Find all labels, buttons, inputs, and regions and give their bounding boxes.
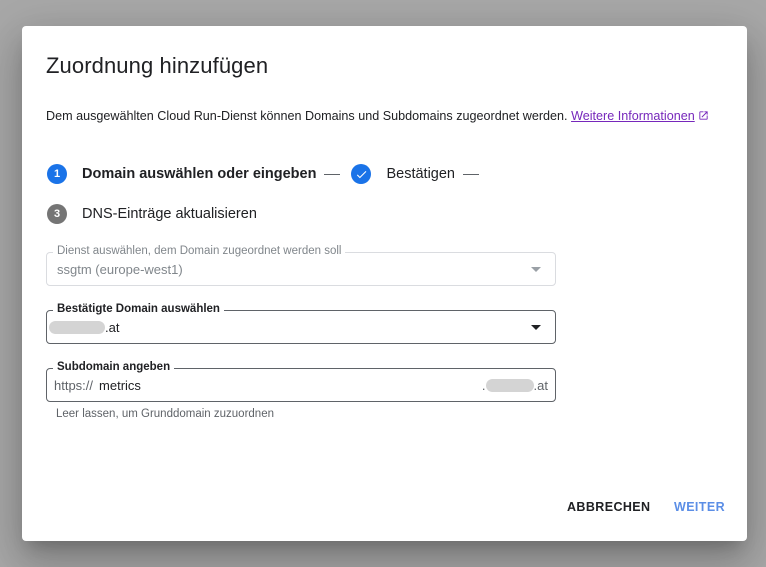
dialog-description: Dem ausgewählten Cloud Run-Dienst können… <box>46 109 736 123</box>
external-link-icon <box>699 111 708 120</box>
more-info-link[interactable]: Weitere Informationen <box>571 109 709 123</box>
url-prefix: https:// <box>54 378 94 393</box>
redacted-domain <box>49 321 105 334</box>
next-button[interactable]: WEITER <box>674 500 725 514</box>
domain-tld: .at <box>105 320 120 335</box>
description-text: Dem ausgewählten Cloud Run-Dienst können… <box>46 109 568 123</box>
dialog-title: Zuordnung hinzufügen <box>46 53 269 78</box>
redacted-domain <box>485 379 534 392</box>
subdomain-value[interactable]: https:// metrics <box>54 378 141 393</box>
subdomain-text: metrics <box>99 378 141 393</box>
verified-domain-value: .at <box>49 320 119 335</box>
verified-domain-label: Bestätigte Domain auswählen <box>53 303 224 315</box>
stepper-row-2: 3 DNS-Einträge aktualisieren <box>47 204 257 224</box>
subdomain-input[interactable]: Subdomain angeben https:// metrics . .at <box>46 361 556 402</box>
cancel-button[interactable]: ABBRECHEN <box>567 500 650 514</box>
verified-domain-select[interactable]: Bestätigte Domain auswählen .at <box>46 303 556 344</box>
service-select-value: ssgtm (europe-west1) <box>57 262 183 277</box>
chevron-down-icon[interactable] <box>531 325 541 330</box>
add-mapping-dialog: Zuordnung hinzufügen Dem ausgewählten Cl… <box>22 26 747 541</box>
service-select: Dienst auswählen, dem Domain zugeordnet … <box>46 245 556 286</box>
chevron-down-icon <box>531 267 541 272</box>
step-divider <box>324 173 341 175</box>
step-2-check-icon <box>351 164 372 184</box>
subdomain-label: Subdomain angeben <box>53 361 175 373</box>
stepper: 1 Domain auswählen oder eingeben Bestäti… <box>47 164 479 184</box>
more-info-link-label: Weitere Informationen <box>571 109 695 123</box>
step-1-badge: 1 <box>47 164 67 184</box>
step-3-label: DNS-Einträge aktualisieren <box>82 206 257 222</box>
step-3-badge: 3 <box>47 204 67 224</box>
step-2-label: Bestätigen <box>386 166 455 182</box>
suffix-tld: .at <box>533 378 548 393</box>
step-1-label: Domain auswählen oder eingeben <box>82 166 317 182</box>
subdomain-suffix: . .at <box>482 378 548 393</box>
service-select-label: Dienst auswählen, dem Domain zugeordnet … <box>53 245 346 257</box>
suffix-dot: . <box>481 378 486 393</box>
subdomain-hint: Leer lassen, um Grunddomain zuzuordnen <box>56 408 274 420</box>
step-divider <box>463 173 479 175</box>
